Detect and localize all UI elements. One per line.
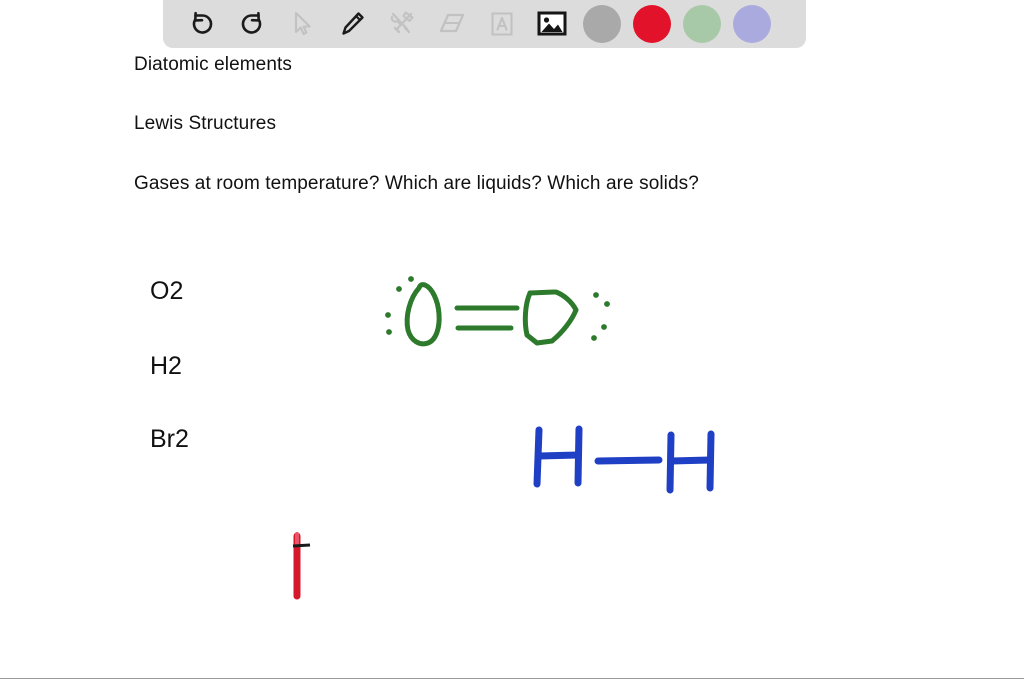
formula-label-oxygen: O2 [150,277,184,305]
page-title: Diatomic elements [134,54,292,75]
color-swatch-green[interactable] [677,3,727,45]
subtitle-text: Lewis Structures [134,113,277,134]
bottom-divider [0,678,1024,679]
color-swatch-purple-dot [733,5,771,43]
drawing-toolbar [163,0,806,48]
redo-icon[interactable] [227,3,277,45]
color-swatch-gray-dot [583,5,621,43]
formula-label-hydrogen: H2 [150,352,182,380]
image-icon[interactable] [527,3,577,45]
tools-icon[interactable] [377,3,427,45]
pen-cursor-mark [286,530,316,600]
eraser-icon[interactable] [427,3,477,45]
color-swatch-red-dot [633,5,671,43]
pencil-icon[interactable] [327,3,377,45]
color-swatch-gray[interactable] [577,3,627,45]
oxygen-lewis-structure-drawing [380,262,630,367]
question-text: Gases at room temperature? Which are liq… [134,173,699,194]
color-swatch-purple[interactable] [727,3,777,45]
cursor-icon[interactable] [277,3,327,45]
color-swatch-red[interactable] [627,3,677,45]
color-swatch-green-dot [683,5,721,43]
undo-icon[interactable] [177,3,227,45]
text-icon[interactable] [477,3,527,45]
formula-label-bromine: Br2 [150,425,189,453]
hydrogen-lewis-structure-drawing [520,418,740,498]
